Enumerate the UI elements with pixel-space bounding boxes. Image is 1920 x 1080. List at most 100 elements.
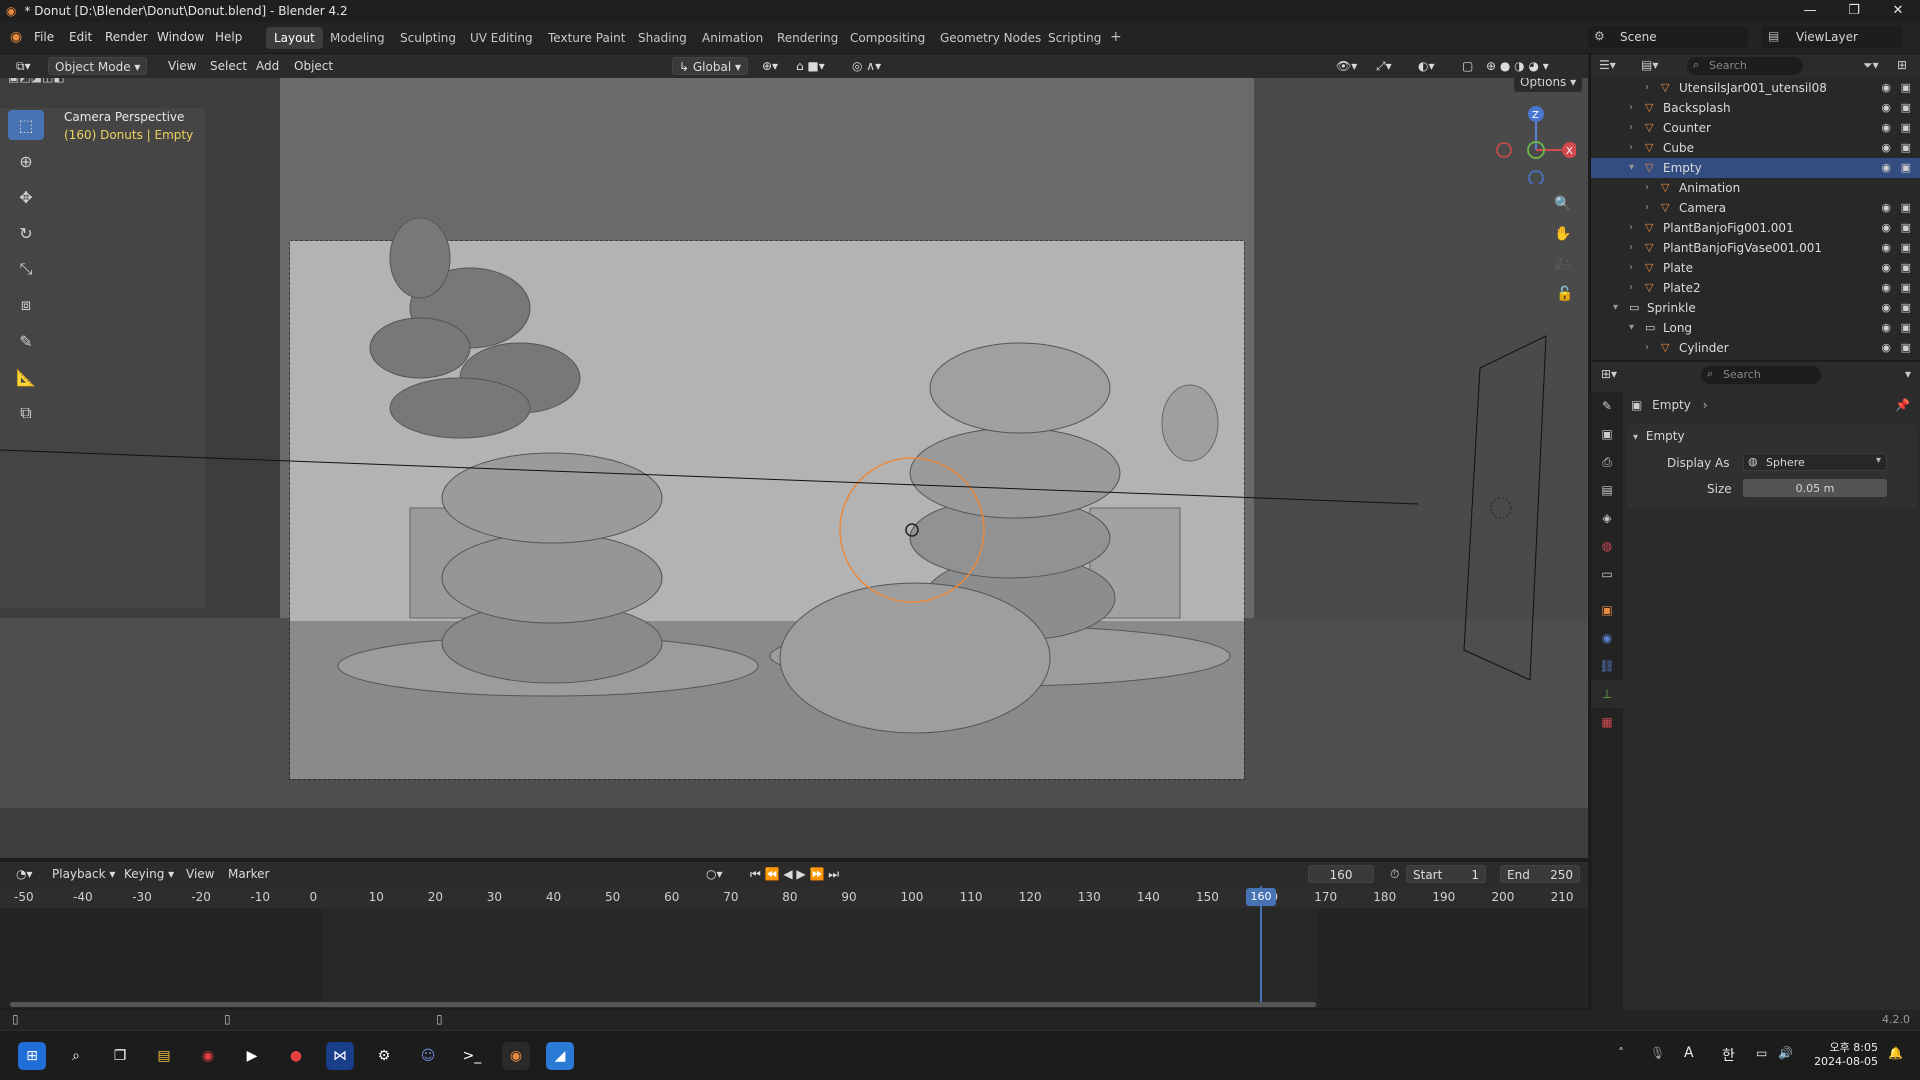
timeline-editor-icon[interactable]: ◔▾ — [10, 865, 39, 883]
size-field[interactable]: 0.05 m — [1743, 479, 1887, 497]
outliner-row[interactable]: › ▽ Cube ◉ ▣ — [1591, 138, 1920, 158]
discord-icon[interactable]: ☺ — [414, 1042, 442, 1070]
expand-arrow-icon[interactable]: › — [1629, 98, 1633, 118]
expand-arrow-icon[interactable]: › — [1629, 258, 1633, 278]
expand-arrow-icon[interactable]: ▾ — [1613, 298, 1618, 318]
expand-arrow-icon[interactable]: › — [1629, 138, 1633, 158]
outliner-row[interactable]: › ▽ Backsplash ◉ ▣ — [1591, 98, 1920, 118]
volume-icon[interactable]: 🔊 — [1778, 1046, 1793, 1060]
timeline-ruler[interactable]: -50 -40 -30 -20 -10 0 10 20 30 40 50 60 70 80 90 100 110… — [0, 886, 1588, 908]
overlay-icon[interactable]: ◐▾ — [1412, 57, 1441, 75]
display-as-dropdown[interactable]: ◍ Sphere ▾ — [1743, 453, 1887, 471]
end-frame-field[interactable]: End 250 — [1500, 865, 1580, 883]
render-camera-icon[interactable]: ▣ — [1901, 158, 1911, 178]
expand-arrow-icon[interactable]: › — [1629, 118, 1633, 138]
cursor-icon[interactable]: ⊕ — [8, 146, 44, 176]
camera-view-icon[interactable]: 🎥 — [1554, 256, 1571, 272]
keying-menu[interactable]: Keying ▾ — [118, 865, 180, 883]
render-camera-icon[interactable]: ▣ — [1901, 98, 1911, 118]
constraints-tab-icon[interactable]: ⛓ — [1591, 652, 1623, 680]
maximize-button[interactable]: ❐ — [1832, 0, 1876, 22]
terminal-icon[interactable]: >_ — [458, 1042, 486, 1070]
visibility-eye-icon[interactable]: ◉ — [1881, 138, 1891, 158]
microphone-icon[interactable]: 🎙 — [1650, 1046, 1665, 1060]
move-icon[interactable]: ✥ — [8, 182, 44, 212]
chrome-icon[interactable]: ◉ — [194, 1042, 222, 1070]
tab-compositing[interactable]: Compositing — [842, 27, 933, 49]
properties-search[interactable]: ⌕ Search — [1701, 366, 1821, 384]
auto-keying-icon[interactable]: ○▾ — [700, 865, 729, 883]
menu-help[interactable]: Help — [215, 30, 242, 44]
media-player-icon[interactable]: ▶ — [238, 1042, 266, 1070]
new-collection-icon[interactable]: ⊞ — [1897, 58, 1907, 72]
steam-icon[interactable]: ⚙ — [370, 1042, 398, 1070]
visibility-eye-icon[interactable]: ◉ — [1881, 218, 1891, 238]
visibility-eye-icon[interactable]: ◉ — [1881, 198, 1891, 218]
scene-selector[interactable]: ⚙ Scene — [1588, 26, 1748, 48]
visibility-eye-icon[interactable]: ◉ — [1881, 158, 1891, 178]
navigation-gizmo[interactable]: Z X — [1496, 104, 1578, 186]
transform-orientation-dropdown[interactable]: ↳ Global ▾ — [672, 57, 748, 75]
outliner-row[interactable]: ▾ ▭ Sprinkle ◉ ▣ — [1591, 298, 1920, 318]
visual-studio-icon[interactable]: ⋈ — [326, 1042, 354, 1070]
modifiers-tab-icon[interactable]: ◉ — [1591, 624, 1623, 652]
minimize-button[interactable]: — — [1788, 0, 1832, 22]
pivot-icon[interactable]: ⊕▾ — [756, 57, 784, 75]
tab-sculpting[interactable]: Sculpting — [392, 27, 464, 49]
select-box-icon[interactable]: ⬚ — [8, 110, 44, 140]
scene-tab-icon[interactable]: ◈ — [1591, 504, 1623, 532]
expand-arrow-icon[interactable]: ▾ — [1629, 158, 1634, 178]
add-workspace-icon[interactable]: + — [1110, 29, 1122, 45]
playback-controls[interactable]: ⏮ ⏪ ◀ ▶ ⏩ ⏭ — [744, 865, 845, 883]
outliner-row[interactable]: ▾ ▭ Long ◉ ▣ — [1591, 318, 1920, 338]
snap-icon[interactable]: ⌂ ■▾ — [790, 57, 831, 75]
proportional-edit-icon[interactable]: ◎ ∧▾ — [846, 57, 887, 75]
current-frame-field[interactable]: 160 — [1308, 865, 1374, 883]
menu-window[interactable]: Window — [157, 30, 204, 44]
expand-arrow-icon[interactable]: › — [1645, 198, 1649, 218]
render-camera-icon[interactable]: ▣ — [1901, 318, 1911, 338]
menu-file[interactable]: File — [34, 30, 54, 44]
menu-marker[interactable]: Marker — [222, 865, 275, 883]
expand-arrow-icon[interactable]: › — [1645, 178, 1649, 198]
video-app-icon[interactable]: ● — [282, 1042, 310, 1070]
select-mode-buttons[interactable]: ▣◩◪◫◧ — [8, 78, 65, 84]
editor-type-icon[interactable]: ⧉▾ — [10, 57, 37, 75]
pin-icon[interactable]: 📌 — [1895, 398, 1910, 412]
zoom-icon[interactable]: 🔍 — [1554, 196, 1571, 212]
view-layer-selector[interactable]: ▤ ViewLayer — [1762, 26, 1902, 48]
lock-icon[interactable]: 🔓 — [1556, 286, 1573, 302]
tab-uv-editing[interactable]: UV Editing — [462, 27, 541, 49]
visibility-eye-icon[interactable]: ◉ — [1881, 278, 1891, 298]
close-button[interactable]: ✕ — [1876, 0, 1920, 22]
outliner-row[interactable]: › ▽ UtensilsJar001_utensil08 ◉ ▣ — [1591, 78, 1920, 98]
rotate-icon[interactable]: ↻ — [8, 218, 44, 248]
visibility-eye-icon[interactable]: ◉ — [1881, 298, 1891, 318]
clock-icon[interactable]: ⏱ — [1384, 865, 1405, 883]
visibility-eye-icon[interactable]: ◉ — [1881, 318, 1891, 338]
xray-icon[interactable]: ▢ — [1456, 57, 1479, 75]
visibility-icon[interactable]: 👁▾ — [1330, 57, 1363, 75]
object-tab-icon[interactable]: ▣ — [1591, 596, 1623, 624]
task-view-icon[interactable]: ❐ — [106, 1042, 134, 1070]
annotate-icon[interactable]: ✎ — [8, 326, 44, 356]
scale-icon[interactable]: ⤡ — [8, 254, 44, 284]
render-camera-icon[interactable]: ▣ — [1901, 338, 1911, 358]
visibility-eye-icon[interactable]: ◉ — [1881, 238, 1891, 258]
menu-select[interactable]: Select — [204, 57, 253, 75]
file-explorer-icon[interactable]: ▤ — [150, 1042, 178, 1070]
visibility-eye-icon[interactable]: ◉ — [1881, 338, 1891, 358]
outliner-row[interactable]: ▾ ▽ Empty ◉ ▣ — [1591, 158, 1920, 178]
start-frame-field[interactable]: Start 1 — [1406, 865, 1486, 883]
expand-arrow-icon[interactable]: › — [1629, 238, 1633, 258]
display-mode-icon[interactable]: ▤▾ — [1641, 58, 1658, 72]
clock[interactable]: 오후 8:05 2024-08-05 — [1808, 1039, 1878, 1068]
render-camera-icon[interactable]: ▣ — [1901, 278, 1911, 298]
ime-language[interactable]: 한 — [1722, 1045, 1735, 1065]
expand-arrow-icon[interactable]: › — [1645, 338, 1649, 358]
render-camera-icon[interactable]: ▣ — [1901, 258, 1911, 278]
timeline-scrollbar[interactable] — [10, 1002, 1316, 1007]
visibility-eye-icon[interactable]: ◉ — [1881, 78, 1891, 98]
visibility-eye-icon[interactable]: ◉ — [1881, 98, 1891, 118]
tool-tab-icon[interactable]: ✎ — [1591, 392, 1623, 420]
